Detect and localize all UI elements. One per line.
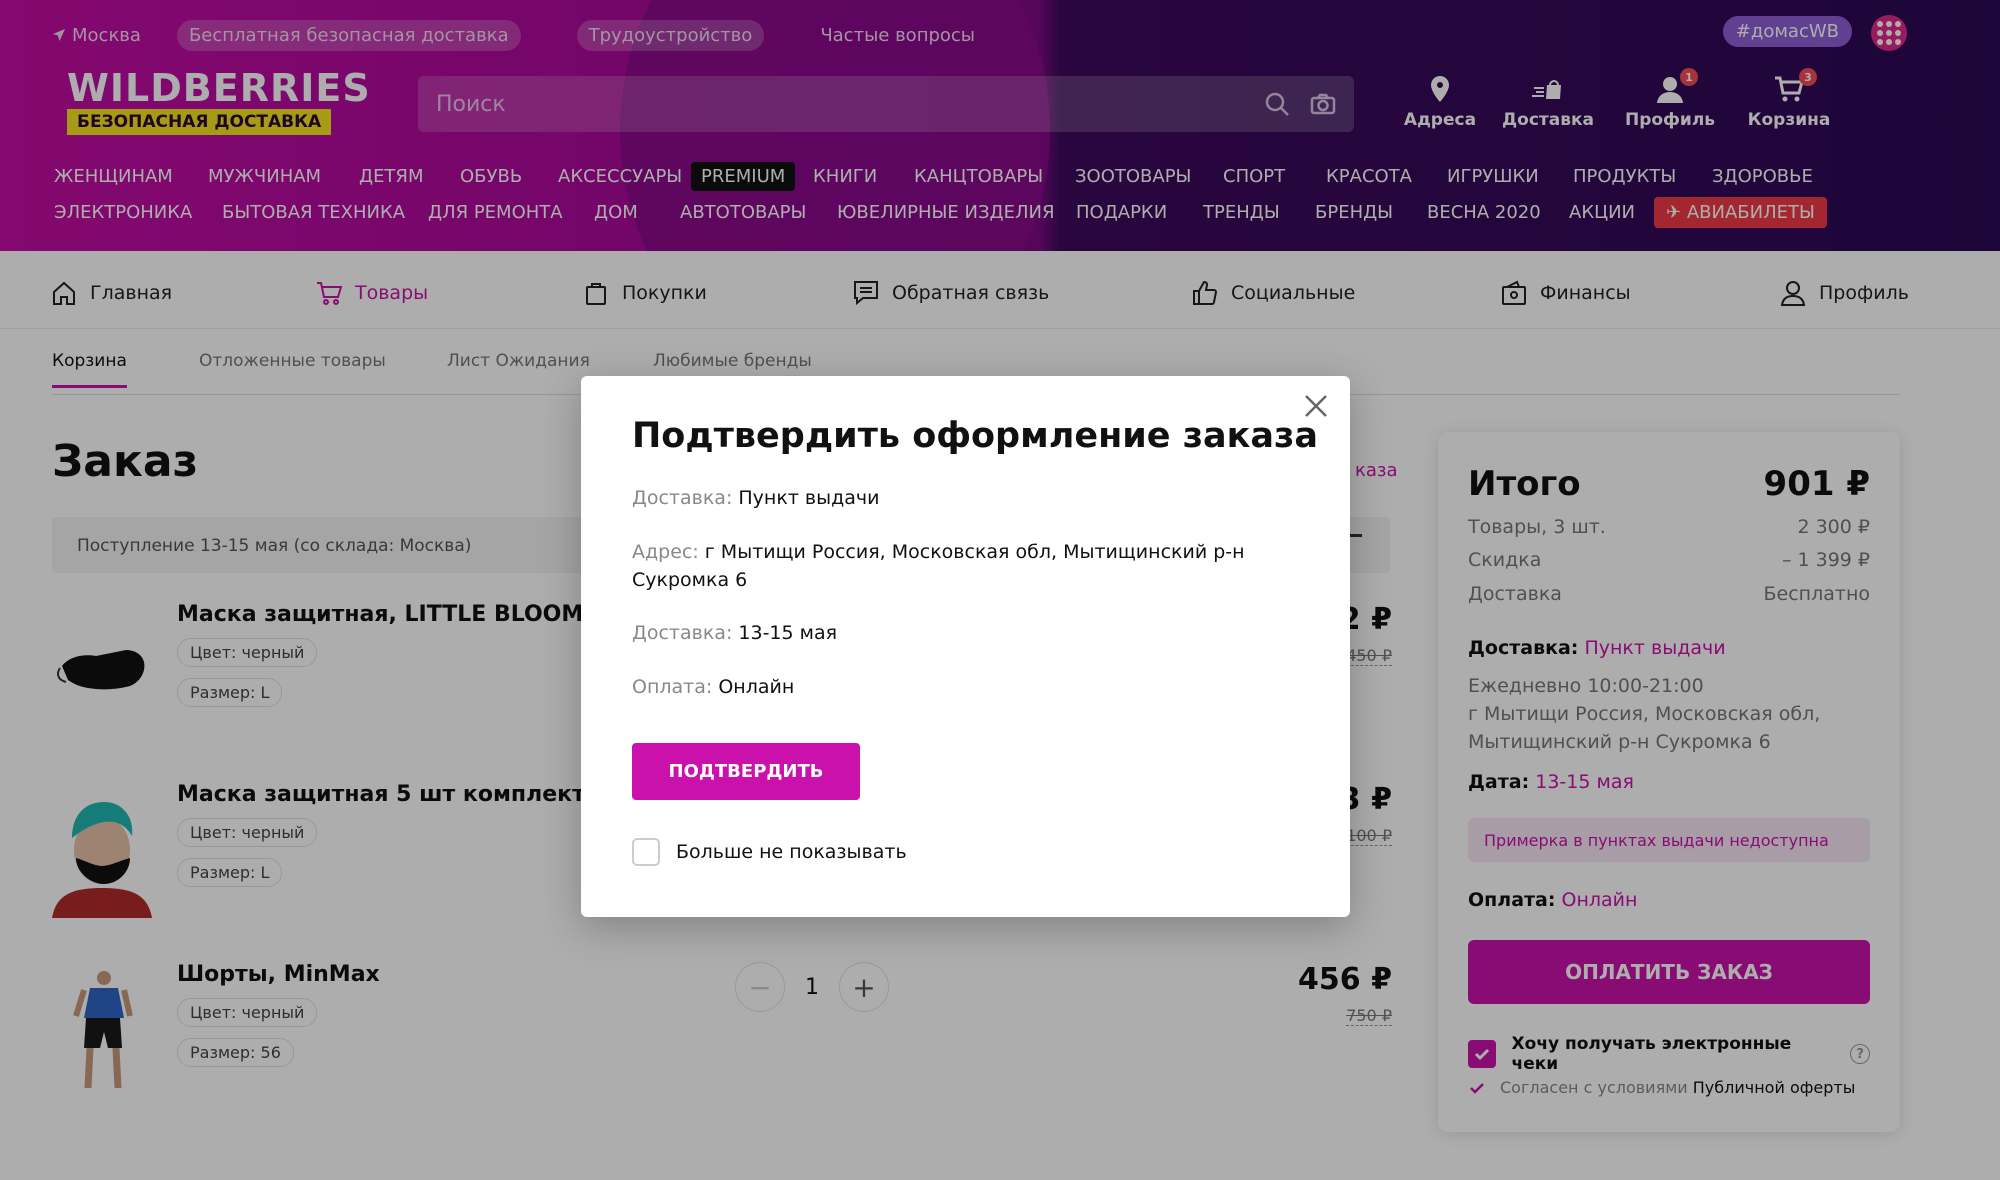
modal-title: Подтвердить оформление заказа bbox=[632, 416, 1318, 456]
modal-payment-value: Онлайн bbox=[718, 676, 795, 698]
modal-delivery: Доставка: Пункт выдачи bbox=[632, 484, 1290, 512]
dont-show-checkbox[interactable] bbox=[632, 838, 660, 866]
modal-payment-label: Оплата: bbox=[632, 676, 713, 698]
modal-address-value: г Мытищи Россия, Московская обл, Мытищин… bbox=[632, 541, 1245, 591]
dont-show-option[interactable]: Больше не показывать bbox=[632, 838, 907, 866]
modal-date-value: 13-15 мая bbox=[738, 622, 838, 644]
modal-address: Адрес: г Мытищи Россия, Московская обл, … bbox=[632, 538, 1290, 594]
modal-payment: Оплата: Онлайн bbox=[632, 673, 1290, 701]
modal-address-label: Адрес: bbox=[632, 541, 699, 563]
modal-date: Доставка: 13-15 мая bbox=[632, 619, 1290, 647]
dont-show-label: Больше не показывать bbox=[676, 841, 907, 863]
modal-date-label: Доставка: bbox=[632, 622, 733, 644]
modal-delivery-label: Доставка: bbox=[632, 487, 733, 509]
confirm-order-modal: Подтвердить оформление заказа Доставка: … bbox=[581, 376, 1350, 917]
modal-delivery-value: Пункт выдачи bbox=[738, 487, 880, 509]
confirm-button[interactable]: ПОДТВЕРДИТЬ bbox=[632, 743, 860, 800]
